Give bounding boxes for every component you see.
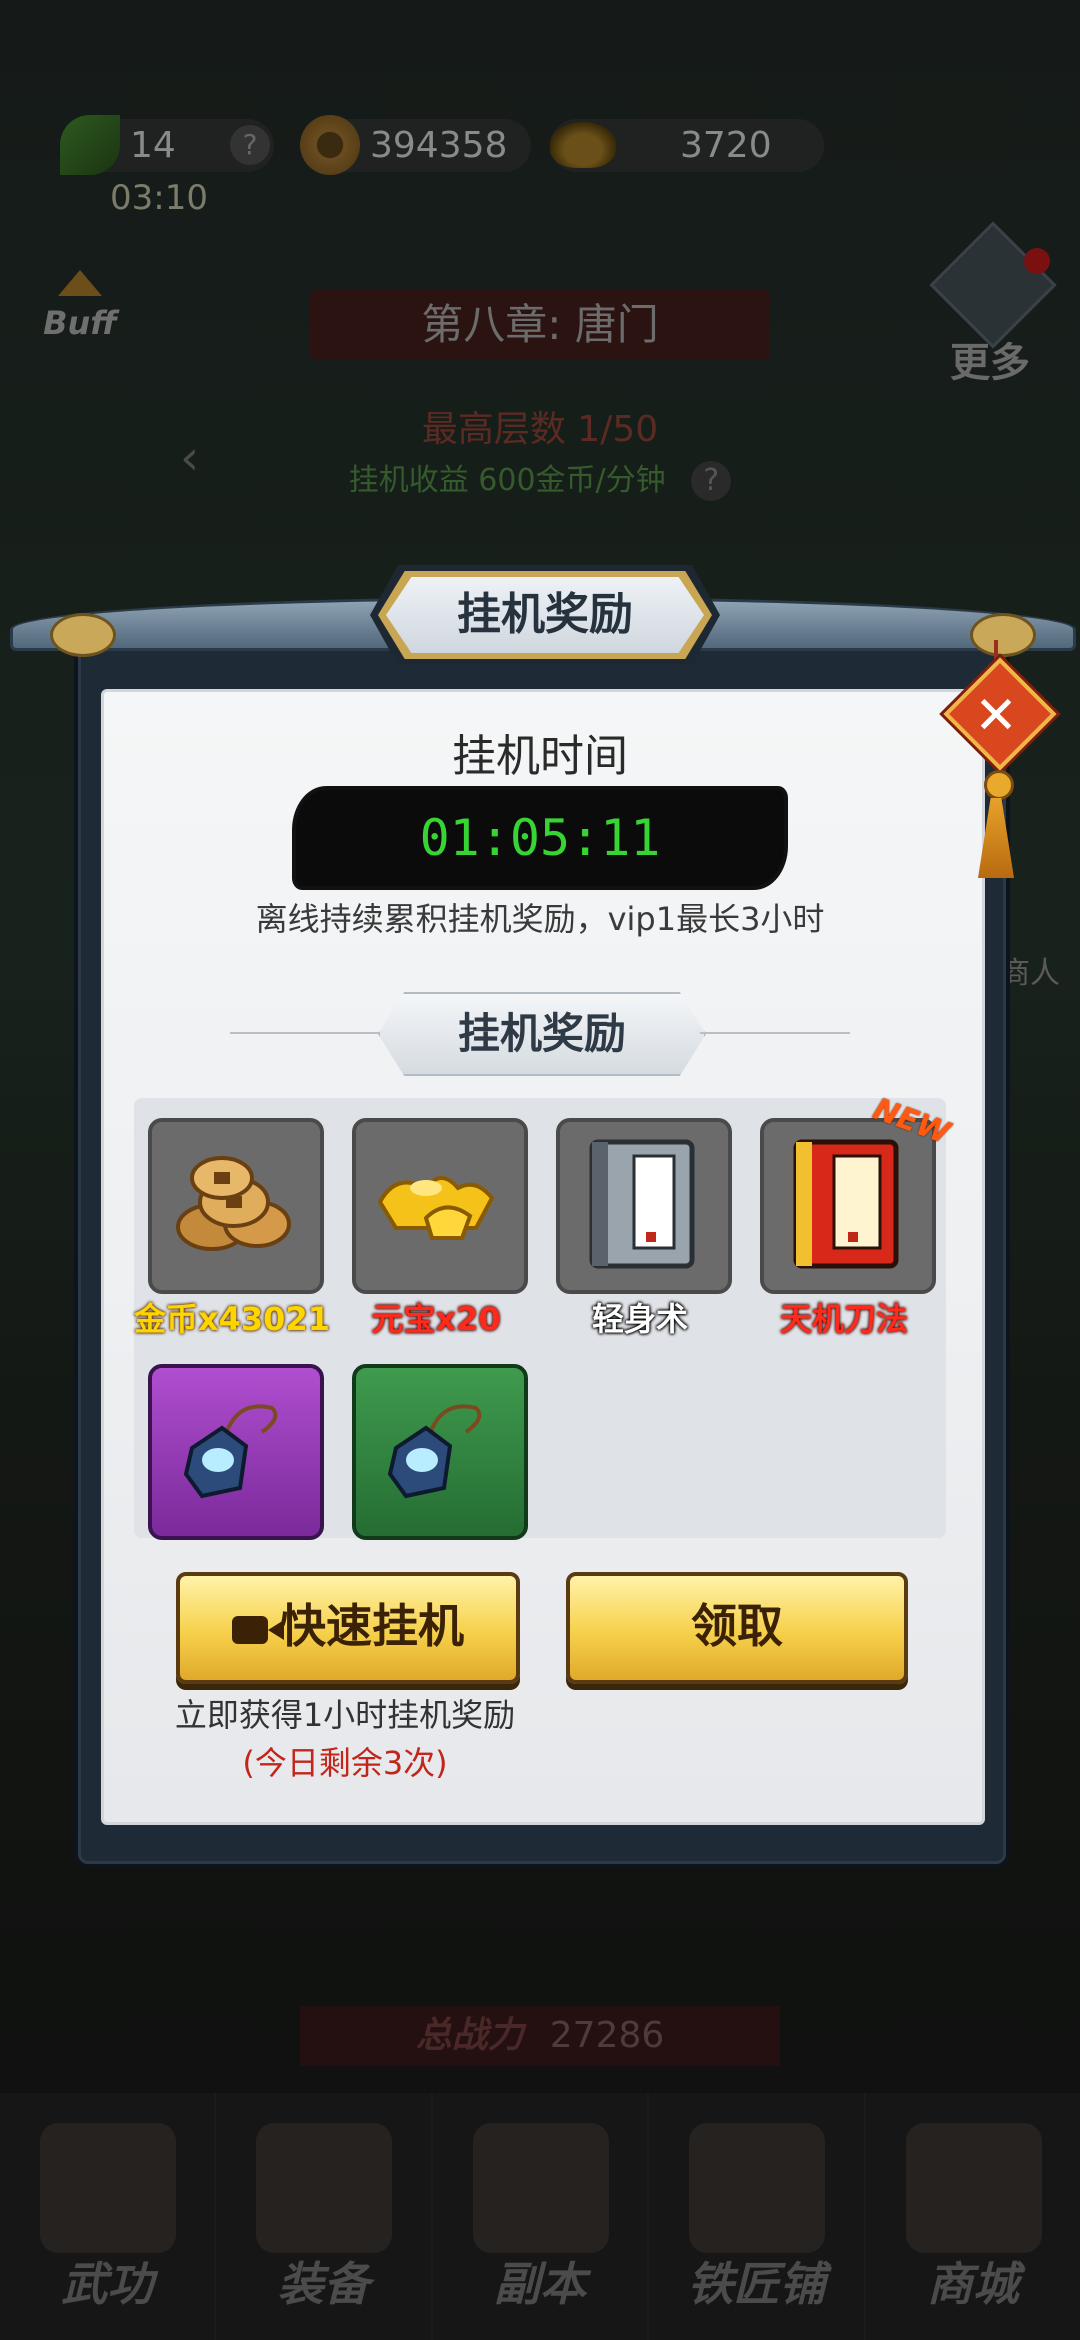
idle-income-text: 挂机收益 600金币/分钟	[348, 463, 666, 498]
reward-slot-skill-book-2[interactable]	[760, 1118, 936, 1294]
nav-shop[interactable]: 商城	[865, 2093, 1080, 2340]
bottom-nav: 武功 装备 副本 铁匠铺 商城	[0, 2093, 1080, 2340]
tassel-icon	[978, 798, 1014, 878]
nav-label: 武功	[61, 2257, 154, 2311]
reward-label: 轻身术	[591, 1300, 688, 1338]
idle-note: 离线持续累积挂机奖励，vip1最长3小时	[255, 900, 825, 938]
rewards-header: 挂机奖励	[230, 992, 850, 1076]
nav-label: 商城	[926, 2257, 1019, 2311]
divider	[700, 1032, 850, 1034]
crossed-swords-icon	[472, 2123, 609, 2253]
gold-ingot-icon	[366, 1132, 506, 1272]
nav-dungeon[interactable]: 副本	[432, 2093, 650, 2340]
energy-help-icon[interactable]: ?	[230, 125, 270, 165]
nav-label: 铁匠铺	[687, 2257, 826, 2311]
dialog-title-plaque: 挂机奖励	[370, 565, 720, 665]
ingot-counter[interactable]: 3720	[550, 110, 824, 180]
amulet-icon	[162, 1378, 302, 1518]
energy-counter[interactable]: 14 ?	[60, 110, 274, 180]
income-help-icon[interactable]: ?	[691, 461, 732, 501]
idle-timer-value: 01:05:11	[419, 809, 661, 867]
reward-label: 天机刀法	[779, 1300, 908, 1338]
cloud-ornament-icon	[50, 613, 116, 657]
energy-timer: 03:10	[110, 178, 208, 218]
quick-idle-note: 立即获得1小时挂机奖励	[174, 1696, 516, 1734]
max-floor: 最高层数 1/50	[421, 409, 659, 450]
reward-label: 金币x43021	[134, 1300, 330, 1338]
divider	[230, 1032, 380, 1034]
shop-icon	[905, 2123, 1042, 2253]
buff-button[interactable]: Buff	[40, 270, 120, 360]
idle-time-label: 挂机时间	[452, 731, 628, 782]
nav-equipment[interactable]: 装备	[216, 2093, 433, 2340]
resource-bar: 14 ? 394358 3720	[40, 110, 1040, 180]
dialog-title: 挂机奖励	[386, 577, 704, 653]
gold-ingot-icon	[550, 122, 616, 168]
anvil-icon	[689, 2123, 826, 2253]
coins-icon	[162, 1132, 302, 1272]
rewards-header-label: 挂机奖励	[378, 992, 706, 1076]
nav-label: 装备	[277, 2257, 370, 2311]
idle-income: 挂机收益 600金币/分钟 ?	[0, 455, 1080, 501]
amulet-icon	[366, 1378, 506, 1518]
power-label: 总战力	[415, 2015, 524, 2056]
skill-book-icon	[570, 1132, 710, 1272]
reward-slot-coins[interactable]	[148, 1118, 324, 1294]
more-label: 更多	[950, 340, 1030, 386]
reward-slot-ingots[interactable]	[352, 1118, 528, 1294]
chapter-title: 第八章: 唐门	[310, 290, 770, 360]
reward-slot-skill-book-1[interactable]	[556, 1118, 732, 1294]
nav-martial-arts[interactable]: 武功	[0, 2093, 217, 2340]
reward-label: 元宝x20	[371, 1300, 501, 1338]
notification-dot	[1024, 248, 1050, 274]
quick-idle-button[interactable]: 快速挂机	[176, 1572, 520, 1684]
combat-power: 总战力 27286	[300, 2006, 780, 2066]
claim-button[interactable]: 领取	[566, 1572, 908, 1684]
power-value: 27286	[549, 2015, 665, 2056]
more-button[interactable]: 更多	[929, 221, 1057, 386]
merchant-label[interactable]: 商人	[1000, 948, 1060, 992]
coin-counter[interactable]: 394358	[300, 110, 532, 180]
quick-idle-label: 快速挂机	[280, 1599, 464, 1653]
reward-slot-amulet-green[interactable]	[352, 1364, 528, 1540]
reward-slot-amulet-purple[interactable]	[148, 1364, 324, 1540]
quick-idle-remaining: (今日剩余3次)	[242, 1744, 448, 1782]
idle-timer: 01:05:11	[296, 790, 784, 886]
claim-label: 领取	[691, 1599, 783, 1653]
coin-icon	[300, 115, 360, 175]
nav-label: 副本	[494, 2257, 587, 2311]
video-camera-icon	[232, 1616, 268, 1644]
up-arrow-icon	[58, 270, 102, 296]
skill-book-icon	[774, 1132, 914, 1272]
nav-blacksmith[interactable]: 铁匠铺	[649, 2093, 866, 2340]
armor-icon	[256, 2123, 393, 2253]
buff-label: Buff	[43, 304, 117, 342]
scroll-icon	[40, 2123, 176, 2253]
leaf-icon	[60, 115, 120, 175]
